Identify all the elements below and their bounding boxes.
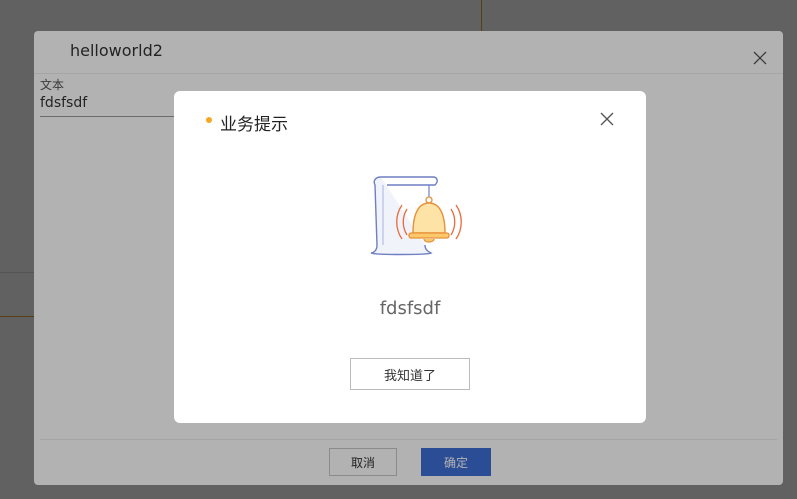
alert-message: fdsfsdf [379, 298, 441, 319]
close-icon[interactable] [599, 111, 615, 127]
bell-scroll-icon [367, 173, 467, 259]
alert-dialog: 业务提示 fdsfsdf 我知道了 [174, 91, 646, 423]
title-dot-icon [206, 117, 212, 123]
alert-title: 业务提示 [220, 115, 288, 135]
acknowledge-button[interactable]: 我知道了 [350, 358, 470, 390]
